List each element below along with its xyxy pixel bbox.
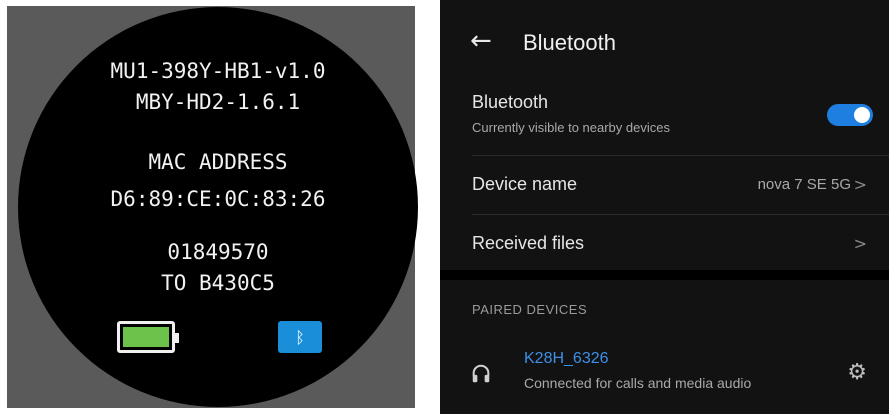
- gear-icon[interactable]: ⚙: [847, 360, 867, 385]
- paired-device-status: Connected for calls and media audio: [524, 375, 752, 391]
- firmware-version: MU1-398Y-HB1-v1.0: [110, 59, 326, 83]
- device-name-value: nova 7 SE 5G: [757, 176, 851, 193]
- bluetooth-label: Bluetooth: [472, 92, 549, 112]
- paired-device-row[interactable]: [440, 340, 889, 400]
- paired-devices-header: PAIRED DEVICES: [472, 302, 588, 317]
- device-code-suffix: TO B430C5: [161, 271, 275, 295]
- chevron-right-icon: >: [853, 175, 867, 194]
- received-files-label: Received files: [472, 233, 585, 253]
- device-code: 01849570: [167, 240, 269, 264]
- mac-address-label: MAC ADDRESS: [148, 150, 288, 174]
- section-separator: [440, 270, 889, 280]
- app-bar: ← Bluetooth: [440, 18, 889, 68]
- device-name-label: Device name: [472, 174, 578, 194]
- smartwatch-photo: MU1-398Y-HB1-v1.0 MBY-HD2-1.6.1 MAC ADDR…: [7, 6, 418, 408]
- chevron-right-icon: >: [853, 234, 867, 253]
- bluetooth-settings-screen: ← Bluetooth Bluetooth Currently visible …: [440, 0, 889, 414]
- mac-address-value: D6:89:CE:0C:83:26: [110, 187, 326, 211]
- back-arrow-icon[interactable]: ←: [470, 26, 492, 56]
- device-name-row[interactable]: Device name nova 7 SE 5G >: [440, 156, 889, 214]
- visibility-status: Currently visible to nearby devices: [472, 120, 670, 135]
- watch-face: MU1-398Y-HB1-v1.0 MBY-HD2-1.6.1 MAC ADDR…: [18, 7, 418, 407]
- paired-device-name[interactable]: K28H_6326: [524, 350, 609, 368]
- bluetooth-icon: ᛒ: [278, 321, 322, 353]
- received-files-row[interactable]: Received files >: [440, 215, 889, 270]
- bluetooth-switch[interactable]: [827, 104, 873, 126]
- battery-icon: [117, 321, 179, 353]
- headset-icon: [472, 364, 490, 383]
- bluetooth-toggle-row[interactable]: Bluetooth Currently visible to nearby de…: [440, 88, 889, 150]
- page-title: Bluetooth: [523, 30, 616, 55]
- bluetooth-glyph: ᛒ: [295, 327, 305, 347]
- battery-nub: [175, 333, 179, 343]
- switch-knob: [854, 107, 870, 123]
- hardware-version: MBY-HD2-1.6.1: [135, 90, 301, 114]
- battery-fill: [123, 327, 169, 347]
